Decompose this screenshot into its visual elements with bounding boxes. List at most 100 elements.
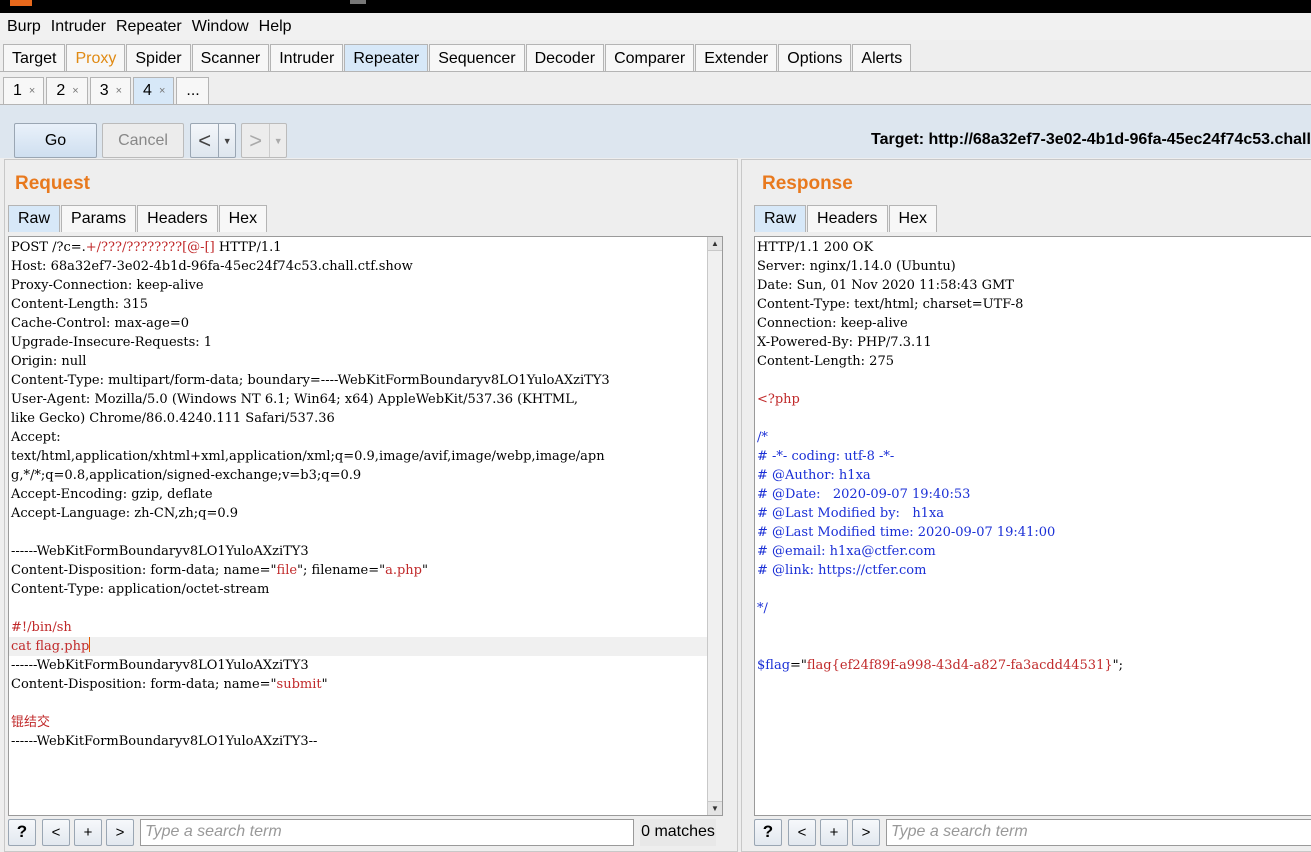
help-button[interactable]: ? <box>8 818 36 846</box>
response-tab-raw[interactable]: Raw <box>754 205 807 232</box>
code-line[interactable]: Content-Disposition: form-data; name="fi… <box>11 561 722 580</box>
code-line[interactable]: g,*/*;q=0.8,application/signed-exchange;… <box>11 466 722 485</box>
help-button[interactable]: ? <box>754 818 782 846</box>
request-tab-hex[interactable]: Hex <box>218 205 268 232</box>
menu-window[interactable]: Window <box>187 18 254 36</box>
chevron-left-icon[interactable]: < <box>191 124 218 157</box>
chevron-right-icon[interactable]: > <box>242 124 269 157</box>
response-body[interactable]: HTTP/1.1 200 OK Server: nginx/1.14.0 (Ubu… <box>755 237 1311 675</box>
tab-sequencer[interactable]: Sequencer <box>429 44 525 72</box>
close-icon[interactable]: × <box>159 85 165 97</box>
code-line[interactable]: Connection: keep-alive <box>757 314 1311 333</box>
code-line[interactable]: # -*- coding: utf-8 -*- <box>757 447 1311 466</box>
code-line[interactable]: /* <box>757 428 1311 447</box>
code-line[interactable]: Server: nginx/1.14.0 (Ubuntu) <box>757 257 1311 276</box>
tab-comparer[interactable]: Comparer <box>605 44 695 72</box>
code-line[interactable]: Date: Sun, 01 Nov 2020 11:58:43 GMT <box>757 276 1311 295</box>
code-line[interactable] <box>11 694 722 713</box>
menu-help[interactable]: Help <box>254 18 297 36</box>
code-line[interactable]: ------WebKitFormBoundaryv8LO1YuloAXziTY3 <box>11 656 722 675</box>
repeater-tab-2[interactable]: 2 × <box>46 77 88 104</box>
menu-repeater[interactable]: Repeater <box>111 18 187 36</box>
code-line[interactable]: Content-Disposition: form-data; name="su… <box>11 675 722 694</box>
code-line[interactable]: 锟结交 <box>11 713 722 732</box>
code-line[interactable]: ------WebKitFormBoundaryv8LO1YuloAXziTY3 <box>11 542 722 561</box>
code-line[interactable] <box>757 409 1311 428</box>
code-line[interactable] <box>11 599 722 618</box>
code-line[interactable]: Accept: <box>11 428 722 447</box>
tab-decoder[interactable]: Decoder <box>525 44 605 72</box>
previous-match-button[interactable]: < <box>42 818 70 846</box>
go-button[interactable]: Go <box>14 123 97 158</box>
repeater-tab-new[interactable]: ... <box>176 77 209 104</box>
close-icon[interactable]: × <box>116 85 122 97</box>
code-line[interactable]: # @link: https://ctfer.com <box>757 561 1311 580</box>
menu-intruder[interactable]: Intruder <box>46 18 111 36</box>
menu-burp[interactable]: Burp <box>2 18 46 36</box>
tab-scanner[interactable]: Scanner <box>191 44 270 72</box>
request-editor[interactable]: POST /?c=.+/???/????????[@-[] HTTP/1.1 Ho… <box>8 236 723 816</box>
code-line[interactable]: */ <box>757 599 1311 618</box>
search-options-button[interactable]: + <box>74 818 102 846</box>
response-search-input[interactable] <box>886 818 1311 846</box>
code-line[interactable]: #!/bin/sh <box>11 618 722 637</box>
response-editor[interactable]: HTTP/1.1 200 OK Server: nginx/1.14.0 (Ubu… <box>754 236 1311 816</box>
code-line[interactable]: # @email: h1xa@ctfer.com <box>757 542 1311 561</box>
cancel-button[interactable]: Cancel <box>102 123 184 158</box>
code-line[interactable]: Content-Length: 315 <box>11 295 722 314</box>
repeater-tab-1[interactable]: 1 × <box>3 77 45 104</box>
code-line[interactable] <box>757 618 1311 637</box>
code-line[interactable]: HTTP/1.1 200 OK <box>757 238 1311 257</box>
tab-intruder[interactable]: Intruder <box>270 44 344 72</box>
tab-target[interactable]: Target <box>3 44 66 72</box>
tab-alerts[interactable]: Alerts <box>852 44 912 72</box>
scroll-down-icon[interactable]: ▼ <box>708 801 722 815</box>
next-match-button[interactable]: > <box>852 818 880 846</box>
code-line[interactable]: cat flag.php <box>9 637 722 656</box>
tab-options[interactable]: Options <box>778 44 852 72</box>
request-search-input[interactable] <box>140 818 634 846</box>
repeater-tab-4[interactable]: 4 × <box>133 77 175 104</box>
code-line[interactable]: Upgrade-Insecure-Requests: 1 <box>11 333 722 352</box>
code-line[interactable]: # @Last Modified time: 2020-09-07 19:41:… <box>757 523 1311 542</box>
code-line[interactable]: Proxy-Connection: keep-alive <box>11 276 722 295</box>
response-tab-hex[interactable]: Hex <box>888 205 937 232</box>
search-options-button[interactable]: + <box>820 818 848 846</box>
next-match-button[interactable]: > <box>106 818 134 846</box>
code-line[interactable]: Content-Type: application/octet-stream <box>11 580 722 599</box>
code-line[interactable]: Content-Type: text/html; charset=UTF-8 <box>757 295 1311 314</box>
request-scrollbar[interactable]: ▲ ▼ <box>707 237 722 815</box>
code-line[interactable] <box>757 371 1311 390</box>
code-line[interactable]: # @Last Modified by: h1xa <box>757 504 1311 523</box>
code-line[interactable]: Cache-Control: max-age=0 <box>11 314 722 333</box>
history-forward-button[interactable]: > ▼ <box>241 123 287 158</box>
tab-repeater[interactable]: Repeater <box>344 44 429 72</box>
code-line[interactable]: Host: 68a32ef7-3e02-4b1d-96fa-45ec24f74c… <box>11 257 722 276</box>
code-line[interactable]: Origin: null <box>11 352 722 371</box>
history-back-button[interactable]: < ▼ <box>190 123 236 158</box>
previous-match-button[interactable]: < <box>788 818 816 846</box>
request-tab-raw[interactable]: Raw <box>8 205 61 232</box>
code-line[interactable]: User-Agent: Mozilla/5.0 (Windows NT 6.1;… <box>11 390 722 409</box>
chevron-down-icon[interactable]: ▼ <box>269 124 286 157</box>
code-line[interactable]: # @Date: 2020-09-07 19:40:53 <box>757 485 1311 504</box>
tab-spider[interactable]: Spider <box>126 44 191 72</box>
code-line[interactable]: # @Author: h1xa <box>757 466 1311 485</box>
response-tab-headers[interactable]: Headers <box>807 205 888 232</box>
close-icon[interactable]: × <box>72 85 78 97</box>
target-label[interactable]: Target: http://68a32ef7-3e02-4b1d-96fa-4… <box>871 131 1311 149</box>
code-line[interactable]: POST /?c=.+/???/????????[@-[] HTTP/1.1 <box>11 238 722 257</box>
request-body[interactable]: POST /?c=.+/???/????????[@-[] HTTP/1.1 Ho… <box>9 237 722 751</box>
code-line[interactable]: X-Powered-By: PHP/7.3.11 <box>757 333 1311 352</box>
scroll-up-icon[interactable]: ▲ <box>708 237 722 251</box>
close-icon[interactable]: × <box>29 85 35 97</box>
tab-extender[interactable]: Extender <box>695 44 778 72</box>
code-line[interactable]: like Gecko) Chrome/86.0.4240.111 Safari/… <box>11 409 722 428</box>
code-line[interactable] <box>757 580 1311 599</box>
code-line[interactable] <box>757 637 1311 656</box>
code-line[interactable]: Content-Length: 275 <box>757 352 1311 371</box>
code-line[interactable]: <?php <box>757 390 1311 409</box>
request-tab-headers[interactable]: Headers <box>137 205 218 232</box>
chevron-down-icon[interactable]: ▼ <box>218 124 235 157</box>
tab-proxy[interactable]: Proxy <box>66 44 126 72</box>
